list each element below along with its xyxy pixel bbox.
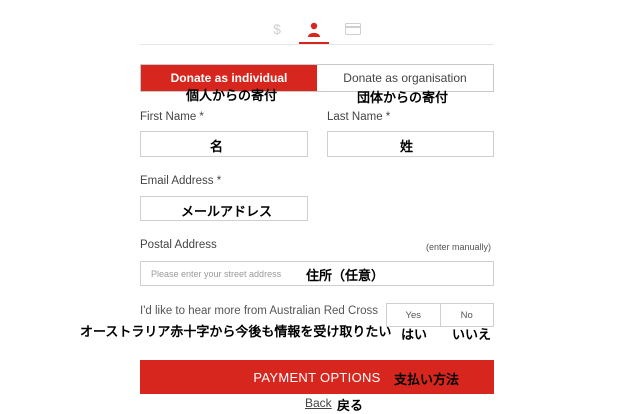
postal-address-jp: 住所（任意） [306,269,385,284]
step-payment-tab[interactable] [338,18,368,40]
card-icon [345,23,361,35]
step-tabs: $ [140,14,494,45]
first-name-label: First Name * [140,111,204,123]
opt-in-yes-button[interactable]: Yes [387,304,440,326]
last-name-label: Last Name * [327,111,391,123]
payment-options-label: PAYMENT OPTIONS [253,369,381,385]
step-details-tab[interactable] [299,18,329,44]
last-name-value: 姓 [400,140,414,155]
postal-address-placeholder: Please enter your street address [151,269,282,279]
individual-jp-caption: 個人からの寄付 [186,89,278,104]
dollar-icon: $ [273,21,281,37]
organisation-jp-caption: 団体からの寄付 [357,91,449,106]
email-label: Email Address * [140,175,222,187]
person-icon [308,22,320,37]
opt-in-question-jp: オーストラリア赤十字から今後も情報を受け取りたい [80,325,392,340]
postal-address-label: Postal Address [140,239,217,251]
first-name-value: 名 [210,140,224,155]
email-value: メールアドレス [181,205,273,220]
back-jp: 戻る [337,399,364,414]
first-name-field[interactable] [140,131,308,157]
step-amount-tab[interactable]: $ [262,18,292,40]
yes-jp: はい [401,328,428,343]
enter-manually-link[interactable]: (enter manually) [426,242,491,252]
no-jp: いいえ [452,328,492,343]
payment-options-jp: 支払い方法 [394,373,460,388]
back-link[interactable]: Back [305,396,332,410]
opt-in-question: I'd like to hear more from Australian Re… [140,305,379,317]
opt-in-no-button[interactable]: No [439,304,494,326]
